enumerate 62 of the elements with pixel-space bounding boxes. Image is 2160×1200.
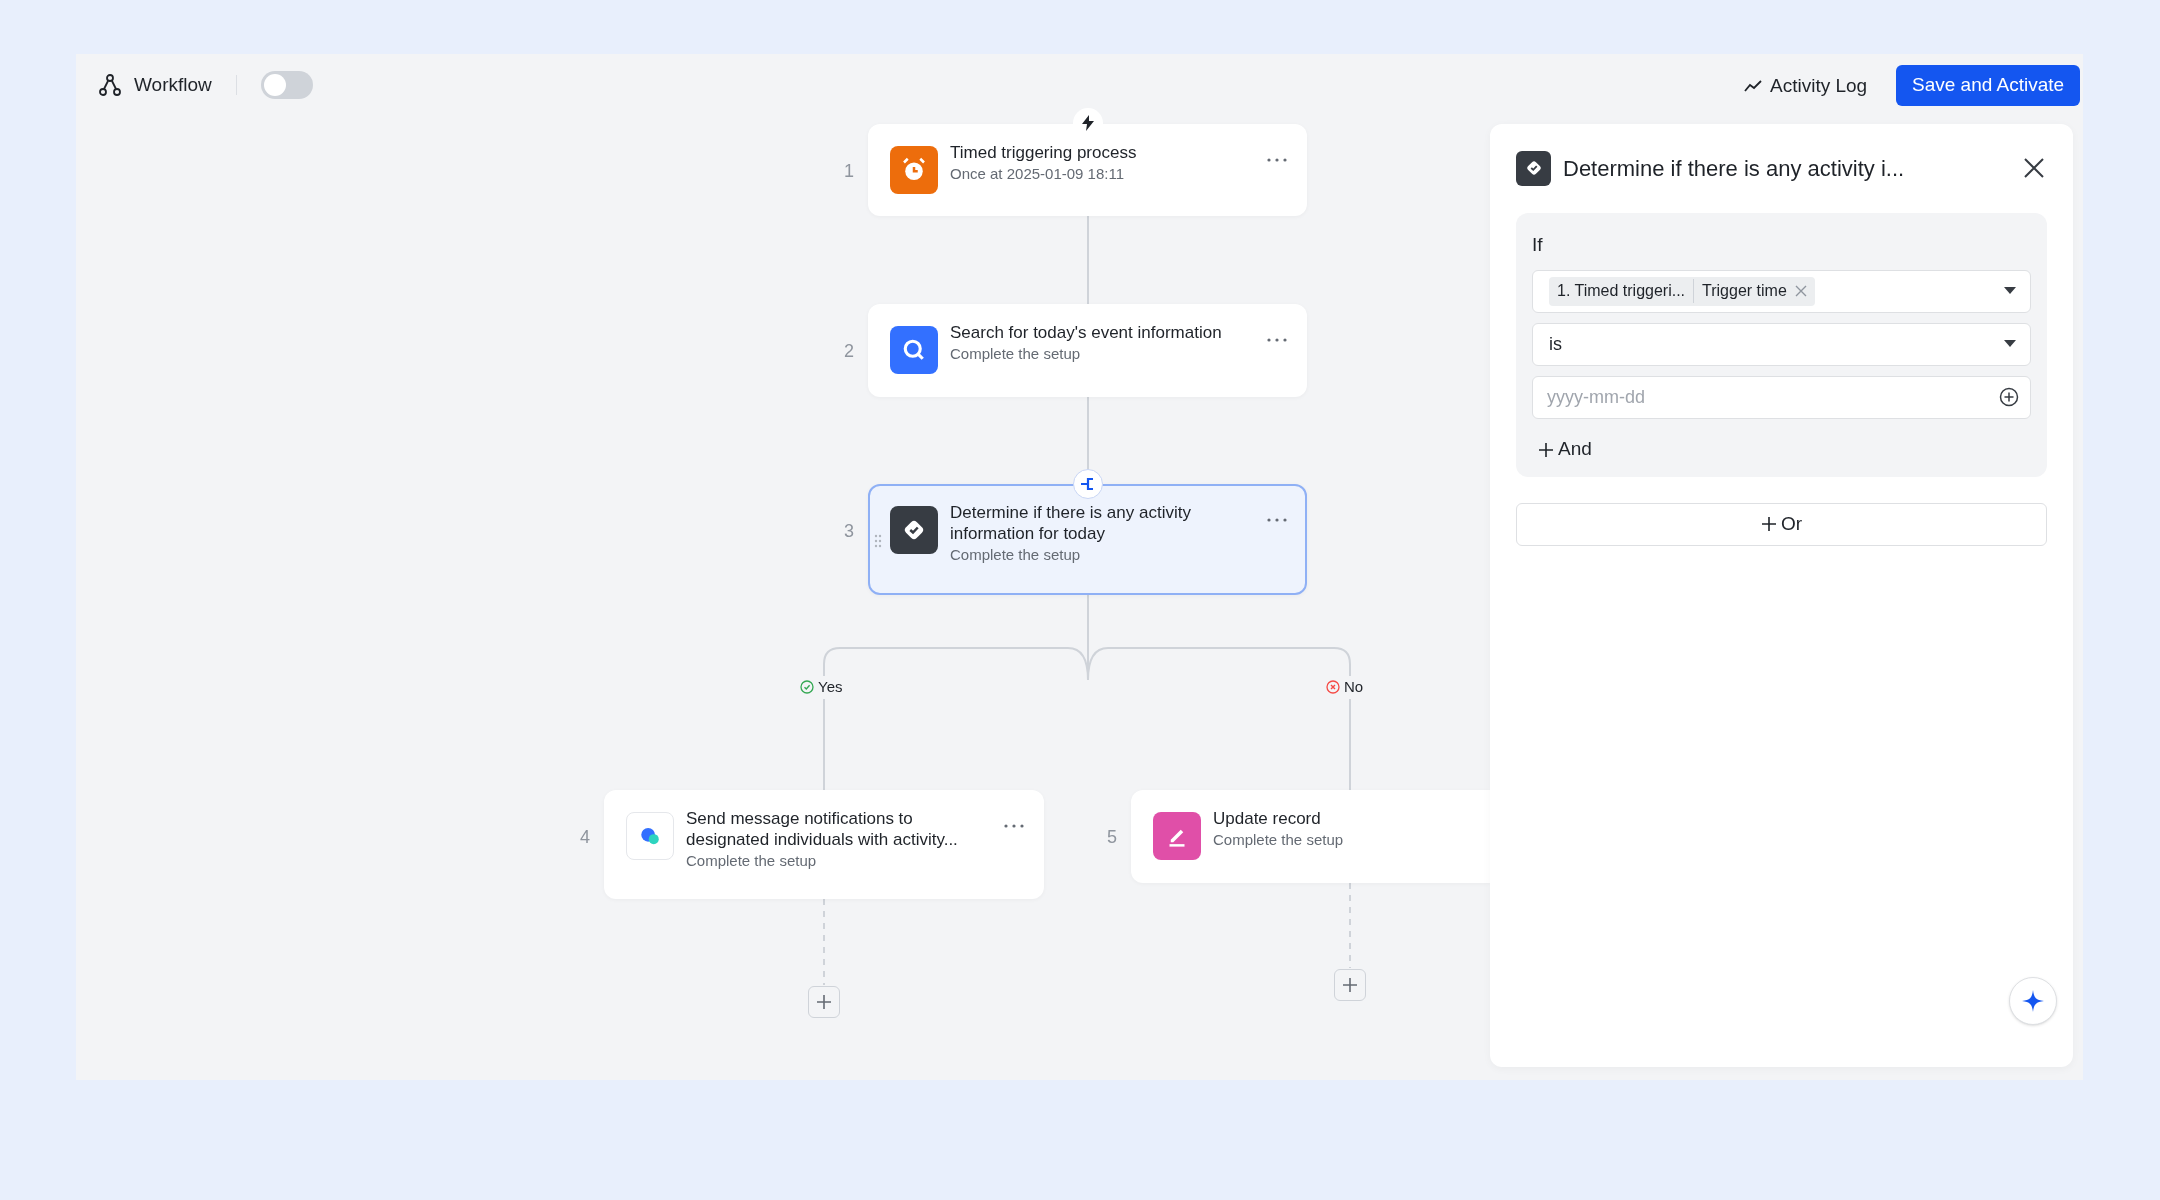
- step-number: 2: [844, 340, 854, 363]
- add-step-button[interactable]: [808, 986, 840, 1018]
- remove-tag-icon[interactable]: [1794, 285, 1807, 297]
- field-select[interactable]: 1. Timed triggeri... Trigger time: [1532, 269, 2031, 313]
- step-number: 3: [844, 520, 854, 543]
- alarm-clock-icon: [890, 146, 938, 194]
- tag-field: Trigger time: [1702, 279, 1787, 303]
- more-icon: [1004, 824, 1024, 828]
- node-title: Search for today's event information: [950, 322, 1223, 343]
- add-circle-icon[interactable]: [1999, 386, 2019, 407]
- sparkle-icon: [2021, 989, 2045, 1013]
- node-subtitle: Once at 2025-01-09 18:11: [950, 164, 1126, 184]
- node-subtitle: Complete the setup: [950, 344, 1082, 364]
- tag-source: 1. Timed triggeri...: [1557, 279, 1695, 303]
- branch-icon[interactable]: [1073, 469, 1103, 499]
- workflow-title: Workflow: [134, 72, 212, 97]
- check-circle-icon: [800, 680, 814, 695]
- caret-icon: [2004, 340, 2016, 348]
- search-icon: [890, 326, 938, 374]
- step-number: 1: [844, 160, 854, 183]
- node-subtitle: Complete the setup: [950, 545, 1082, 565]
- branch-label: Yes: [818, 677, 843, 697]
- caret-icon: [2004, 287, 2016, 295]
- plus-icon: [1538, 441, 1554, 458]
- node-title: Timed triggering process: [950, 142, 1138, 163]
- operator-value: is: [1549, 332, 1562, 356]
- save-and-activate-button[interactable]: Save and Activate: [1896, 65, 2081, 106]
- plus-icon: [1342, 977, 1358, 993]
- node-card[interactable]: Search for today's event information Complete the setup: [868, 304, 1307, 397]
- plus-icon: [816, 994, 832, 1010]
- step-number: 5: [1107, 826, 1117, 849]
- add-step-button[interactable]: [1334, 969, 1366, 1001]
- chat-bubbles-icon: [626, 812, 674, 860]
- date-input-field[interactable]: yyyy-mm-dd: [1532, 375, 2031, 419]
- more-icon: [1267, 158, 1287, 162]
- close-button[interactable]: [2023, 157, 2045, 179]
- panel-title: Determine if there is any activity i...: [1563, 154, 1905, 183]
- node-card[interactable]: Send message notifications to designated individuals with activity... Complete the setup: [604, 790, 1044, 899]
- node-card[interactable]: Update record Complete the setup: [1131, 790, 1490, 883]
- plus-icon: [1760, 516, 1777, 532]
- more-icon: [1267, 338, 1287, 342]
- node-card[interactable]: Determine if there is any activity information for today Complete the setup: [868, 484, 1307, 595]
- branch-label: No: [1344, 677, 1364, 697]
- more-icon: [1267, 518, 1287, 522]
- activity-log-button[interactable]: Activity Log: [1744, 68, 1868, 104]
- or-button[interactable]: Or: [1516, 502, 2047, 546]
- node-subtitle: Complete the setup: [1213, 830, 1345, 850]
- node-card[interactable]: Timed triggering process Once at 2025-01-09 18:11: [868, 124, 1307, 216]
- step-number: 4: [580, 826, 590, 849]
- workflow-icon: [98, 73, 122, 97]
- operator-select[interactable]: is: [1532, 322, 2031, 366]
- and-button[interactable]: And: [1538, 434, 1592, 465]
- if-label: If: [1532, 233, 1544, 257]
- node-title: Send message notifications to designated individuals with activity...: [686, 808, 959, 850]
- drag-handle-icon[interactable]: [874, 534, 882, 548]
- node-subtitle: Complete the setup: [686, 851, 818, 871]
- trend-line-icon: [1744, 79, 1762, 93]
- x-circle-icon: [1326, 680, 1340, 695]
- node-title: Determine if there is any activity information for today: [950, 502, 1192, 544]
- node-title: Update record: [1213, 808, 1322, 829]
- pencil-icon: [1153, 812, 1201, 860]
- toggle-switch[interactable]: [260, 71, 313, 99]
